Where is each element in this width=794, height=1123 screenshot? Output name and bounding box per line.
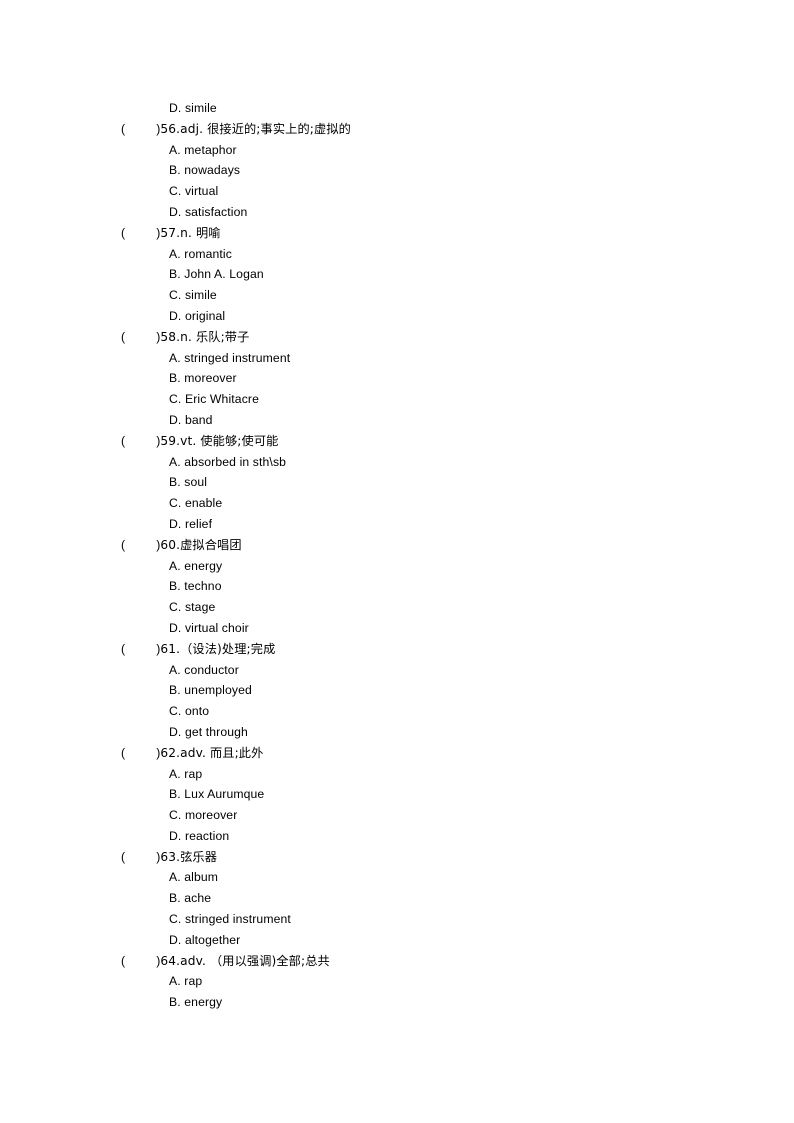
question-stem-line: ()64.adv. （用以强调)全部;总共	[121, 951, 721, 972]
question-option[interactable]: D. virtual choir	[121, 618, 721, 639]
question-option[interactable]: B. ache	[121, 888, 721, 909]
question-stem-line: ()62.adv. 而且;此外	[121, 743, 721, 764]
question-block: ()59.vt. 使能够;使可能 A. absorbed in sth\sb B. …	[121, 431, 721, 535]
question-stem-line: ()57.n. 明喻	[121, 223, 721, 244]
answer-blank-open-paren: (	[121, 433, 126, 448]
question-block: ()60.虚拟合唱团 A. energy B. techno C. stage D. v…	[121, 535, 721, 639]
question-block: ()63.弦乐器 A. album B. ache C. stringed instr…	[121, 847, 721, 951]
question-stem-text: 56.adj. 很接近的;事实上的;虚拟的	[160, 121, 351, 136]
question-option[interactable]: A. album	[121, 867, 721, 888]
questions-container: ()56.adj. 很接近的;事实上的;虚拟的 A. metaphor B. now…	[121, 119, 721, 1013]
question-option[interactable]: A. stringed instrument	[121, 348, 721, 369]
question-stem-line: ()58.n. 乐队;带子	[121, 327, 721, 348]
question-stem-text: 64.adv. （用以强调)全部;总共	[160, 953, 330, 968]
question-stem-line: ()56.adj. 很接近的;事实上的;虚拟的	[121, 119, 721, 140]
question-option[interactable]: A. romantic	[121, 244, 721, 265]
question-block: ()58.n. 乐队;带子 A. stringed instrument B. mo…	[121, 327, 721, 431]
question-option[interactable]: B. energy	[121, 992, 721, 1013]
question-stem-line: ()60.虚拟合唱团	[121, 535, 721, 556]
question-stem-text: 62.adv. 而且;此外	[160, 745, 264, 760]
answer-blank-open-paren: (	[121, 953, 126, 968]
question-block: ()62.adv. 而且;此外 A. rap B. Lux Aurumque C. m…	[121, 743, 721, 847]
question-option[interactable]: D. satisfaction	[121, 202, 721, 223]
question-option[interactable]: C. onto	[121, 701, 721, 722]
answer-blank-open-paren: (	[121, 641, 126, 656]
question-block: ()57.n. 明喻 A. romantic B. John A. Logan C. …	[121, 223, 721, 327]
question-stem-line: ()59.vt. 使能够;使可能	[121, 431, 721, 452]
document-page: D. simile ()56.adj. 很接近的;事实上的;虚拟的 A. meta…	[0, 0, 794, 1123]
answer-blank-open-paren: (	[121, 329, 126, 344]
question-option[interactable]: B. techno	[121, 576, 721, 597]
question-option[interactable]: D. altogether	[121, 930, 721, 951]
question-block: ()61.（设法)处理;完成 A. conductor B. unemployed C…	[121, 639, 721, 743]
question-stem-text: 57.n. 明喻	[160, 225, 221, 240]
question-option[interactable]: A. rap	[121, 764, 721, 785]
question-option[interactable]: B. John A. Logan	[121, 264, 721, 285]
question-option[interactable]: C. enable	[121, 493, 721, 514]
question-option[interactable]: D. get through	[121, 722, 721, 743]
answer-blank-open-paren: (	[121, 225, 126, 240]
question-stem-text: 58.n. 乐队;带子	[160, 329, 250, 344]
question-option[interactable]: A. absorbed in sth\sb	[121, 452, 721, 473]
answer-blank-open-paren: (	[121, 537, 126, 552]
question-option[interactable]: B. Lux Aurumque	[121, 784, 721, 805]
question-option[interactable]: C. stage	[121, 597, 721, 618]
question-block: ()64.adv. （用以强调)全部;总共 A. rap B. energy	[121, 951, 721, 1013]
orphan-option-line: D. simile	[169, 101, 217, 115]
question-option[interactable]: A. conductor	[121, 660, 721, 681]
question-stem-line: ()61.（设法)处理;完成	[121, 639, 721, 660]
question-option[interactable]: A. rap	[121, 971, 721, 992]
question-option[interactable]: B. nowadays	[121, 160, 721, 181]
answer-blank-open-paren: (	[121, 849, 126, 864]
question-option[interactable]: C. moreover	[121, 805, 721, 826]
question-block: ()56.adj. 很接近的;事实上的;虚拟的 A. metaphor B. now…	[121, 119, 721, 223]
question-option[interactable]: A. energy	[121, 556, 721, 577]
question-option[interactable]: C. simile	[121, 285, 721, 306]
question-option[interactable]: B. unemployed	[121, 680, 721, 701]
question-stem-text: 63.弦乐器	[160, 849, 218, 864]
question-stem-text: 60.虚拟合唱团	[160, 537, 242, 552]
question-option[interactable]: B. moreover	[121, 368, 721, 389]
question-option[interactable]: D. reaction	[121, 826, 721, 847]
question-option[interactable]: D. original	[121, 306, 721, 327]
question-option[interactable]: D. band	[121, 410, 721, 431]
answer-blank-open-paren: (	[121, 121, 126, 136]
question-stem-text: 61.（设法)处理;完成	[160, 641, 276, 656]
question-option[interactable]: A. metaphor	[121, 140, 721, 161]
question-stem-text: 59.vt. 使能够;使可能	[160, 433, 279, 448]
question-option[interactable]: B. soul	[121, 472, 721, 493]
question-option[interactable]: C. Eric Whitacre	[121, 389, 721, 410]
question-stem-line: ()63.弦乐器	[121, 847, 721, 868]
answer-blank-open-paren: (	[121, 745, 126, 760]
question-option[interactable]: C. virtual	[121, 181, 721, 202]
question-option[interactable]: D. relief	[121, 514, 721, 535]
question-option[interactable]: C. stringed instrument	[121, 909, 721, 930]
question-list: D. simile ()56.adj. 很接近的;事实上的;虚拟的 A. meta…	[121, 98, 721, 1013]
